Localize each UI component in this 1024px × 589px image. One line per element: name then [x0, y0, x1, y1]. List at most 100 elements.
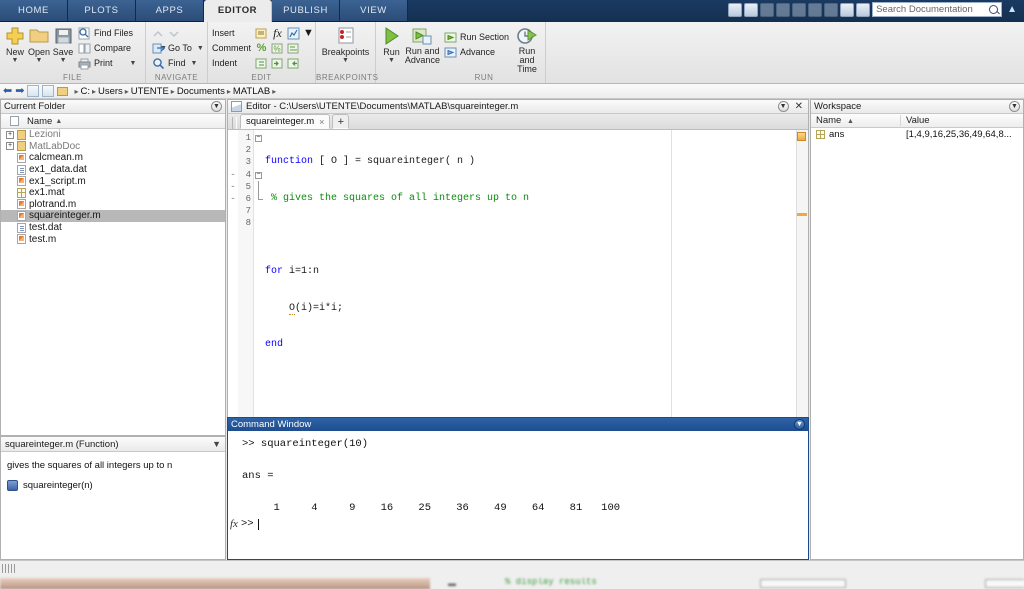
insert-plot-icon[interactable]: [287, 27, 300, 40]
nav-back-arrow-icon[interactable]: ⬅: [3, 85, 12, 97]
save-button[interactable]: Save ▼: [52, 24, 74, 64]
workspace-options-icon[interactable]: ▼: [1009, 101, 1020, 112]
bp-marker[interactable]: [228, 217, 238, 229]
save-quick-icon[interactable]: [744, 2, 759, 17]
run-button[interactable]: Run ▼: [380, 24, 403, 64]
workspace-name-column[interactable]: Name ▲: [811, 115, 901, 126]
table-row[interactable]: ans [1,4,9,16,25,36,49,64,8...: [811, 128, 1023, 141]
new-editor-tab-button[interactable]: +: [332, 114, 350, 129]
editor-breakpoint-column[interactable]: - - -: [228, 130, 238, 417]
list-item[interactable]: test.m: [1, 233, 225, 245]
comment-percent-icon[interactable]: %: [255, 42, 268, 55]
undo-icon[interactable]: [808, 2, 823, 17]
bp-marker[interactable]: -: [228, 169, 238, 181]
list-item[interactable]: + Lezioni: [1, 129, 225, 141]
bp-marker[interactable]: [228, 205, 238, 217]
breadcrumb-item-documents[interactable]: Documents: [177, 86, 225, 97]
bp-marker[interactable]: [228, 156, 238, 168]
ribbon-tab-editor[interactable]: EDITOR: [204, 0, 272, 22]
run-and-advance-button[interactable]: Run and Advance: [405, 24, 440, 65]
wrap-comment-icon[interactable]: [287, 42, 300, 55]
bp-marker[interactable]: [228, 132, 238, 144]
list-item[interactable]: ex1_script.m: [1, 175, 225, 187]
new-button[interactable]: New ▼: [4, 24, 26, 64]
ribbon-tab-home[interactable]: HOME: [0, 0, 68, 22]
code-analyzer-warning-marker[interactable]: [797, 213, 807, 216]
breadcrumb-item-utente[interactable]: UTENTE: [131, 86, 169, 97]
name-column-header[interactable]: Name: [27, 116, 52, 127]
go-to-caret-icon[interactable]: ▼: [197, 45, 204, 52]
breakpoints-caret-icon[interactable]: ▼: [342, 57, 349, 64]
breadcrumb-item-matlab[interactable]: MATLAB: [233, 86, 270, 97]
bp-marker[interactable]: -: [228, 181, 238, 193]
bp-marker[interactable]: [228, 144, 238, 156]
insert-caret-icon[interactable]: ▼: [303, 27, 314, 39]
collapse-ribbon-icon[interactable]: ▲: [1004, 4, 1020, 15]
command-prompt-row[interactable]: fx >>: [228, 516, 808, 532]
smart-indent-icon[interactable]: [255, 57, 268, 70]
nav-forward-arrow-icon[interactable]: ➡: [15, 85, 24, 97]
editor-tab-squareinteger[interactable]: squareinteger.m ×: [240, 114, 331, 129]
cut-icon[interactable]: [760, 2, 775, 17]
nav-up-folder-icon[interactable]: [27, 85, 40, 97]
indent-left-icon[interactable]: [287, 57, 300, 70]
list-item[interactable]: calcmean.m: [1, 152, 225, 164]
help-icon[interactable]: [856, 2, 871, 17]
fold-collapse-icon[interactable]: −: [255, 135, 262, 142]
uncomment-icon[interactable]: %: [271, 42, 284, 55]
list-item[interactable]: test.dat: [1, 222, 225, 234]
bp-marker[interactable]: -: [228, 193, 238, 205]
breadcrumb-item-users[interactable]: Users: [98, 86, 123, 97]
fold-collapse-icon[interactable]: −: [255, 171, 262, 179]
details-collapse-icon[interactable]: ▼: [212, 439, 221, 449]
editor-fold-column[interactable]: − −: [254, 130, 265, 417]
editor-tab-grip[interactable]: [232, 117, 237, 129]
list-item-selected[interactable]: squareinteger.m: [1, 210, 225, 222]
paste-icon[interactable]: [792, 2, 807, 17]
editor-analyzer-bar[interactable]: [796, 130, 808, 417]
copy-icon[interactable]: [776, 2, 791, 17]
expand-icon[interactable]: +: [6, 142, 14, 151]
code-analyzer-status-icon[interactable]: [797, 132, 806, 141]
current-folder-options-icon[interactable]: ▼: [211, 101, 222, 112]
status-resize-grip[interactable]: [2, 564, 16, 573]
editor-code-area[interactable]: function [ O ] = squareinteger( n ) % gi…: [265, 130, 808, 417]
redo-icon[interactable]: [824, 2, 839, 17]
ribbon-tab-apps[interactable]: APPS: [136, 0, 204, 22]
editor-close-icon[interactable]: ✕: [793, 101, 805, 112]
open-button[interactable]: Open ▼: [28, 24, 50, 64]
editor-body[interactable]: - - - 1 2 3 4 5 6 7 8 − − function [O]…: [228, 130, 808, 417]
insert-block-icon[interactable]: [255, 27, 268, 40]
switch-window-icon[interactable]: [840, 2, 855, 17]
go-to-button[interactable]: Go To ▼: [150, 41, 206, 55]
breadcrumb-item-drive[interactable]: C:: [80, 86, 90, 97]
indent-right-icon[interactable]: [271, 57, 284, 70]
ribbon-tab-publish[interactable]: PUBLISH: [272, 0, 340, 22]
find-caret-icon[interactable]: ▼: [191, 60, 198, 67]
search-documentation-input[interactable]: Search Documentation: [872, 2, 1003, 17]
advance-button[interactable]: Advance: [442, 45, 511, 59]
list-item[interactable]: plotrand.m: [1, 199, 225, 211]
new-caret-icon[interactable]: ▼: [12, 57, 19, 64]
command-window-options-icon[interactable]: ▼: [794, 419, 805, 430]
save-caret-icon[interactable]: ▼: [60, 57, 67, 64]
close-icon[interactable]: ×: [319, 117, 324, 127]
run-section-button[interactable]: Run Section: [442, 30, 511, 44]
breakpoints-button[interactable]: Breakpoints ▼: [320, 24, 371, 64]
list-item[interactable]: ex1.mat: [1, 187, 225, 199]
expand-icon[interactable]: +: [6, 130, 14, 139]
command-window-body[interactable]: >> squareinteger(10) ans = 1 4 9 16 25 3…: [228, 431, 808, 559]
run-and-time-button[interactable]: Run and Time: [513, 24, 541, 74]
editor-options-icon[interactable]: ▼: [777, 101, 789, 112]
fx-function-browser-icon[interactable]: fx: [230, 518, 238, 530]
details-function-entry[interactable]: squareinteger(n): [7, 480, 219, 491]
workspace-value-column[interactable]: Value: [901, 115, 1023, 126]
insert-function-icon[interactable]: fx: [271, 26, 284, 40]
matlab-drive-icon[interactable]: [728, 2, 743, 17]
browse-folder-icon[interactable]: [42, 85, 55, 97]
open-caret-icon[interactable]: ▼: [36, 57, 43, 64]
print-caret-icon[interactable]: ▼: [130, 60, 137, 67]
list-item[interactable]: ex1_data.dat: [1, 164, 225, 176]
find-button[interactable]: Find ▼: [150, 56, 206, 70]
ribbon-tab-view[interactable]: VIEW: [340, 0, 408, 22]
